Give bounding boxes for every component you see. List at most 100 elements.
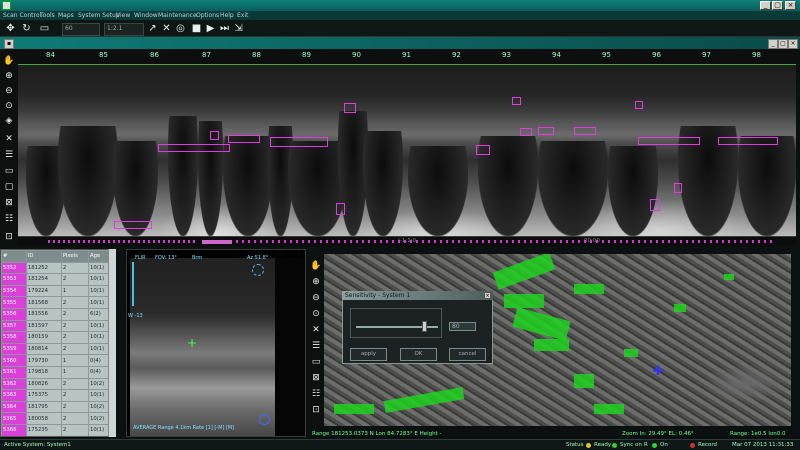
menu-scan-control[interactable]: Scan Control — [3, 11, 41, 20]
table-row[interactable]: 5363 175375 2 10(1) — [1, 389, 115, 402]
delete-icon[interactable]: ⊠ — [3, 197, 15, 209]
column-header[interactable]: ID — [25, 250, 62, 263]
camera-feed[interactable] — [130, 258, 275, 436]
table-row[interactable]: 5361 179818 1 0(4) — [1, 365, 115, 379]
table-row[interactable]: 5357 181597 2 10(1) — [1, 319, 115, 333]
target-marker-icon[interactable]: ✚ — [652, 365, 664, 378]
table-row[interactable]: 5355 181568 2 10(1) — [1, 296, 115, 309]
sensitivity-slider-handle[interactable] — [422, 321, 427, 332]
track-box[interactable] — [228, 135, 260, 143]
table-row[interactable]: 5359 180814 2 10(1) — [1, 342, 115, 356]
column-header[interactable]: # — [1, 250, 27, 263]
play-icon[interactable]: ▶ — [204, 22, 217, 35]
apply-button[interactable]: apply — [350, 348, 387, 361]
menu-tools[interactable]: Tools — [40, 11, 55, 20]
measure-icon[interactable]: ↗ — [146, 22, 159, 35]
maximize-button[interactable]: ▢ — [772, 1, 783, 10]
table-row[interactable]: 5354 179224 1 10(1) — [1, 284, 115, 298]
select-rect-icon[interactable]: ▭ — [3, 165, 15, 177]
menu-window[interactable]: Window — [134, 11, 158, 20]
export-icon[interactable]: ⇲ — [232, 22, 245, 35]
map-zoom-out-icon[interactable]: ⊖ — [310, 292, 322, 304]
table-scrollbar[interactable] — [108, 249, 116, 437]
map-zoom-fit-icon[interactable]: ⊙ — [310, 308, 322, 320]
zoom-select-combo[interactable]: 1:2.1 — [104, 23, 144, 36]
track-box[interactable] — [476, 145, 490, 155]
track-box[interactable] — [638, 137, 700, 145]
table-row[interactable]: 5366 175235 2 10(1) — [1, 423, 115, 436]
map-box-icon[interactable]: ⊡ — [310, 404, 322, 416]
dialog-close-button[interactable]: × — [484, 292, 491, 299]
thermal-panorama-view[interactable] — [18, 65, 796, 236]
target-icon[interactable]: ◎ — [174, 22, 187, 35]
column-header[interactable]: Pixels — [60, 250, 89, 263]
table-row[interactable]: 5352 181252 2 10(1) — [1, 261, 115, 275]
sensitivity-value-field[interactable]: 80 — [449, 322, 476, 331]
close-button[interactable]: × — [785, 1, 796, 10]
menu-maintenance[interactable]: Maintenance — [158, 11, 197, 20]
zoom-in-icon[interactable]: ⊕ — [3, 70, 15, 82]
track-box[interactable] — [336, 203, 345, 215]
panorama-timeline[interactable]: |-1:1:0 00:00 — [18, 236, 796, 246]
step-icon[interactable]: ⏭ — [218, 22, 231, 35]
track-box[interactable] — [718, 137, 778, 145]
map-grid-icon[interactable]: ☰ — [310, 340, 322, 352]
menu-system-setup[interactable]: System Setup — [78, 11, 120, 20]
track-box[interactable] — [512, 97, 521, 105]
pan-hand-icon[interactable]: ✋ — [3, 55, 15, 67]
menu-maps[interactable]: Maps — [58, 11, 74, 20]
table-row[interactable]: 5360 179730 1 0(4) — [1, 354, 115, 367]
track-box[interactable] — [674, 183, 682, 193]
cancel-button[interactable]: cancel — [449, 348, 486, 361]
track-box[interactable] — [114, 221, 152, 229]
map-zoom-in-icon[interactable]: ⊕ — [310, 276, 322, 288]
ok-button[interactable]: OK — [400, 348, 437, 361]
panorama-minimize-button[interactable]: _ — [768, 39, 778, 49]
table-row[interactable]: 5362 180826 2 10(2) — [1, 377, 115, 391]
zoom-out-icon[interactable]: ⊖ — [3, 85, 15, 97]
table-row[interactable]: 5358 180159 2 10(1) — [1, 331, 115, 344]
panorama-menu-icon[interactable]: ▪ — [4, 39, 14, 49]
zoom-fit-icon[interactable]: ⊙ — [3, 100, 15, 112]
track-box[interactable] — [158, 144, 230, 152]
menu-options[interactable]: Options — [196, 11, 219, 20]
box-icon[interactable]: ⊡ — [3, 231, 15, 243]
camera-select-combo[interactable]: 60 — [62, 23, 100, 36]
map-rect-icon[interactable]: ▭ — [310, 356, 322, 368]
track-box[interactable] — [574, 127, 596, 135]
track-box[interactable] — [635, 101, 643, 109]
track-box[interactable] — [270, 137, 328, 147]
map-delete-icon[interactable]: ⊠ — [310, 372, 322, 384]
table-row[interactable]: 5365 180058 2 10(2) — [1, 412, 115, 425]
comment-icon[interactable]: ▢ — [3, 181, 15, 193]
track-box[interactable] — [650, 199, 660, 211]
stop-icon[interactable]: ■ — [190, 22, 203, 35]
menu-help[interactable]: Help — [220, 11, 234, 20]
move-icon[interactable]: ✥ — [4, 22, 17, 35]
track-box[interactable] — [210, 131, 219, 140]
table-row[interactable]: 5353 181254 2 10(1) — [1, 273, 115, 286]
table-row[interactable]: 5364 181795 2 10(2) — [1, 400, 115, 414]
minimize-button[interactable]: _ — [760, 1, 771, 10]
map-pan-icon[interactable]: ✋ — [310, 260, 322, 272]
menu-view[interactable]: View — [116, 11, 130, 20]
stack-icon[interactable]: ☷ — [3, 213, 15, 225]
table-row[interactable]: 5356 181556 2 6(2) — [1, 307, 115, 321]
monitor-icon[interactable]: ▭ — [38, 22, 51, 35]
cross-tool-icon[interactable]: ✕ — [3, 133, 15, 145]
map-cross-icon[interactable]: ✕ — [310, 324, 322, 336]
track-box[interactable] — [520, 128, 532, 136]
table-row[interactable]: 5367181036210(1) — [1, 435, 115, 436]
menu-exit[interactable]: Exit — [237, 11, 248, 20]
refresh-icon[interactable]: ↻ — [20, 22, 33, 35]
map-layers-icon[interactable]: ☷ — [310, 388, 322, 400]
panorama-maximize-button[interactable]: ▢ — [778, 39, 788, 49]
track-box[interactable] — [344, 103, 356, 113]
targets-table[interactable]: # ID Pixels Age 5352 181252 2 10(1) 5353 1812… — [0, 249, 116, 437]
grid-icon[interactable]: ☰ — [3, 149, 15, 161]
layers-icon[interactable]: ◈ — [3, 115, 15, 127]
panorama-close-button[interactable]: × — [788, 39, 798, 49]
status-bar: Active System: System1 Status Ready Sync… — [0, 439, 800, 450]
track-box[interactable] — [538, 127, 554, 135]
crosshair-icon[interactable]: ✕ — [160, 22, 173, 35]
